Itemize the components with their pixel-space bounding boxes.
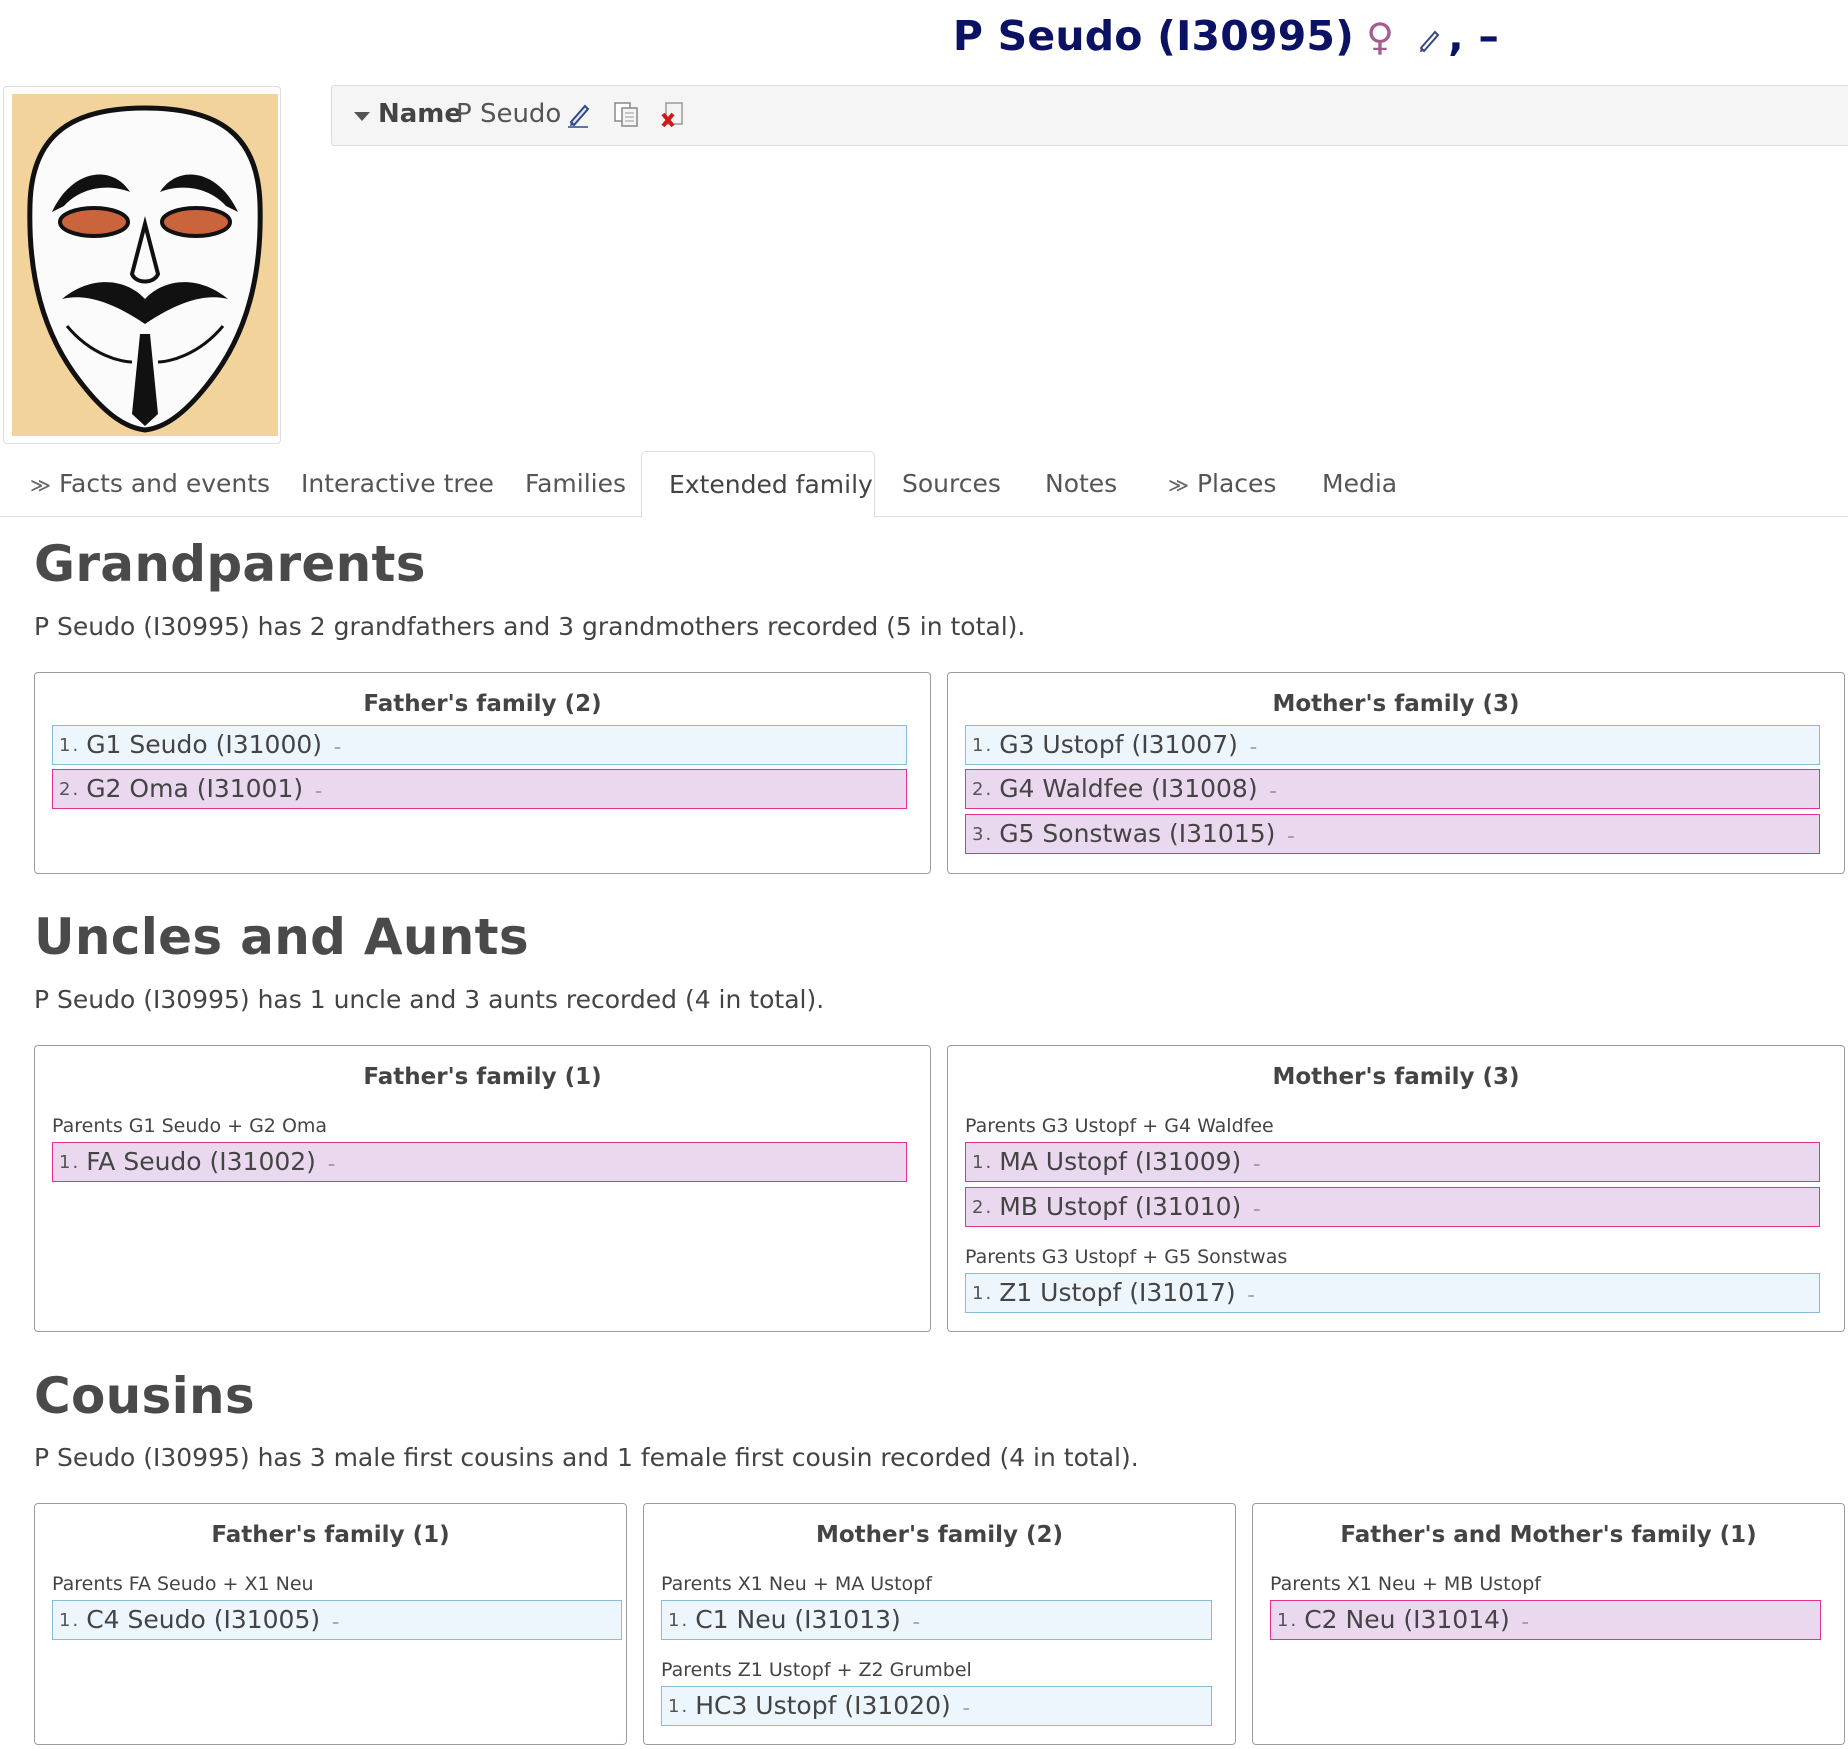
person-row[interactable]: 1. C2 Neu (I31014) –	[1270, 1600, 1821, 1640]
tab-sources[interactable]: Sources	[902, 451, 1001, 517]
tab-places[interactable]: ≫ Places	[1168, 451, 1276, 517]
card-header: Mother's family (2)	[815, 1522, 1064, 1548]
family-card: Father's and Mother's family (1) Parents…	[1252, 1503, 1845, 1745]
section-heading-grandparents: Grandparents	[34, 535, 426, 593]
card-header: Father's family (1)	[211, 1522, 450, 1548]
person-link[interactable]: MA Ustopf (I31009)	[999, 1147, 1241, 1176]
person-row[interactable]: 2. G4 Waldfee (I31008) –	[965, 769, 1820, 809]
expand-icon: ≫	[30, 473, 51, 497]
card-header: Mother's family (3)	[1272, 1064, 1520, 1090]
tab-bar: ≫ Facts and events Interactive tree Famil…	[0, 451, 1848, 518]
person-link[interactable]: HC3 Ustopf (I31020)	[695, 1691, 951, 1720]
person-name: P Seudo (I30995)	[952, 12, 1355, 60]
person-row[interactable]: 1. Z1 Ustopf (I31017) –	[965, 1273, 1820, 1313]
section-heading-cousins: Cousins	[34, 1367, 255, 1425]
name-value: P Seudo	[456, 99, 562, 129]
collapse-caret-icon[interactable]	[354, 112, 370, 121]
person-link[interactable]: G1 Seudo (I31000)	[86, 730, 322, 759]
tab-media[interactable]: Media	[1322, 451, 1397, 517]
person-link[interactable]: G4 Waldfee (I31008)	[999, 774, 1257, 803]
parents-label: Parents G1 Seudo + G2 Oma	[52, 1115, 328, 1137]
pencil-icon[interactable]	[1416, 15, 1442, 63]
person-row[interactable]: 1. C4 Seudo (I31005) –	[52, 1600, 622, 1640]
parents-label: Parents Z1 Ustopf + Z2 Grumbel	[661, 1659, 972, 1681]
person-link[interactable]: C2 Neu (I31014)	[1304, 1605, 1510, 1634]
person-link[interactable]: G2 Oma (I31001)	[86, 774, 303, 803]
person-row[interactable]: 2. G2 Oma (I31001) –	[52, 769, 907, 809]
parents-label: Parents G3 Ustopf + G4 Waldfee	[965, 1115, 1274, 1137]
family-card: Father's family (2) 1. G1 Seudo (I31000) –…	[34, 672, 931, 874]
family-card: Mother's family (2) Parents X1 Neu + MA …	[643, 1503, 1236, 1745]
person-link[interactable]: FA Seudo (I31002)	[86, 1147, 316, 1176]
section-summary: P Seudo (I30995) has 2 grandfathers and …	[34, 612, 1026, 641]
pencil-icon[interactable]	[566, 100, 592, 132]
person-link[interactable]: C1 Neu (I31013)	[695, 1605, 901, 1634]
card-header: Mother's family (3)	[1272, 691, 1520, 717]
person-title: P Seudo (I30995) ♀ , –	[0, 12, 1848, 63]
tab-notes[interactable]: Notes	[1045, 451, 1117, 517]
expand-icon: ≫	[1168, 473, 1189, 497]
tab-facts-and-events[interactable]: ≫ Facts and events	[30, 451, 270, 517]
section-summary: P Seudo (I30995) has 3 male first cousin…	[34, 1443, 1139, 1472]
person-row[interactable]: 1. MA Ustopf (I31009) –	[965, 1142, 1820, 1182]
person-link[interactable]: MB Ustopf (I31010)	[999, 1192, 1241, 1221]
female-symbol-icon: ♀	[1366, 15, 1395, 59]
lifespan: , –	[1448, 12, 1500, 60]
person-row[interactable]: 3. G5 Sonstwas (I31015) –	[965, 814, 1820, 854]
person-row[interactable]: 1. G1 Seudo (I31000) –	[52, 725, 907, 765]
mask-image	[12, 94, 278, 436]
person-link[interactable]: Z1 Ustopf (I31017)	[999, 1278, 1235, 1307]
card-header: Father's family (1)	[363, 1064, 602, 1090]
person-link[interactable]: C4 Seudo (I31005)	[86, 1605, 320, 1634]
family-card: Mother's family (3) 1. G3 Ustopf (I31007)…	[947, 672, 1845, 874]
parents-label: Parents FA Seudo + X1 Neu	[52, 1573, 314, 1595]
tab-extended-family[interactable]: Extended family	[641, 451, 875, 518]
person-photo[interactable]	[3, 86, 281, 444]
card-header: Father's family (2)	[363, 691, 602, 717]
person-row[interactable]: 1. G3 Ustopf (I31007) –	[965, 725, 1820, 765]
copy-icon[interactable]	[612, 100, 640, 132]
tab-interactive-tree[interactable]: Interactive tree	[301, 451, 494, 517]
family-card: Mother's family (3) Parents G3 Ustopf + …	[947, 1045, 1845, 1332]
parents-label: Parents G3 Ustopf + G5 Sonstwas	[965, 1246, 1288, 1268]
person-row[interactable]: 1. HC3 Ustopf (I31020) –	[661, 1686, 1212, 1726]
person-link[interactable]: G5 Sonstwas (I31015)	[999, 819, 1275, 848]
person-link[interactable]: G3 Ustopf (I31007)	[999, 730, 1238, 759]
person-row[interactable]: 1. C1 Neu (I31013) –	[661, 1600, 1212, 1640]
family-card: Father's family (1) Parents FA Seudo + X…	[34, 1503, 627, 1745]
card-header: Father's and Mother's family (1)	[1340, 1522, 1757, 1548]
parents-label: Parents X1 Neu + MB Ustopf	[1270, 1573, 1541, 1595]
section-summary: P Seudo (I30995) has 1 uncle and 3 aunts…	[34, 985, 825, 1014]
name-label: Name	[378, 99, 463, 129]
person-row[interactable]: 2. MB Ustopf (I31010) –	[965, 1187, 1820, 1227]
parents-label: Parents X1 Neu + MA Ustopf	[661, 1573, 932, 1595]
name-panel[interactable]: Name P Seudo	[331, 85, 1848, 146]
family-card: Father's family (1) Parents G1 Seudo + G…	[34, 1045, 931, 1332]
delete-icon[interactable]	[659, 100, 687, 132]
section-heading-uncles-and-aunts: Uncles and Aunts	[34, 908, 529, 966]
person-row[interactable]: 1. FA Seudo (I31002) –	[52, 1142, 907, 1182]
tab-families[interactable]: Families	[525, 451, 626, 517]
